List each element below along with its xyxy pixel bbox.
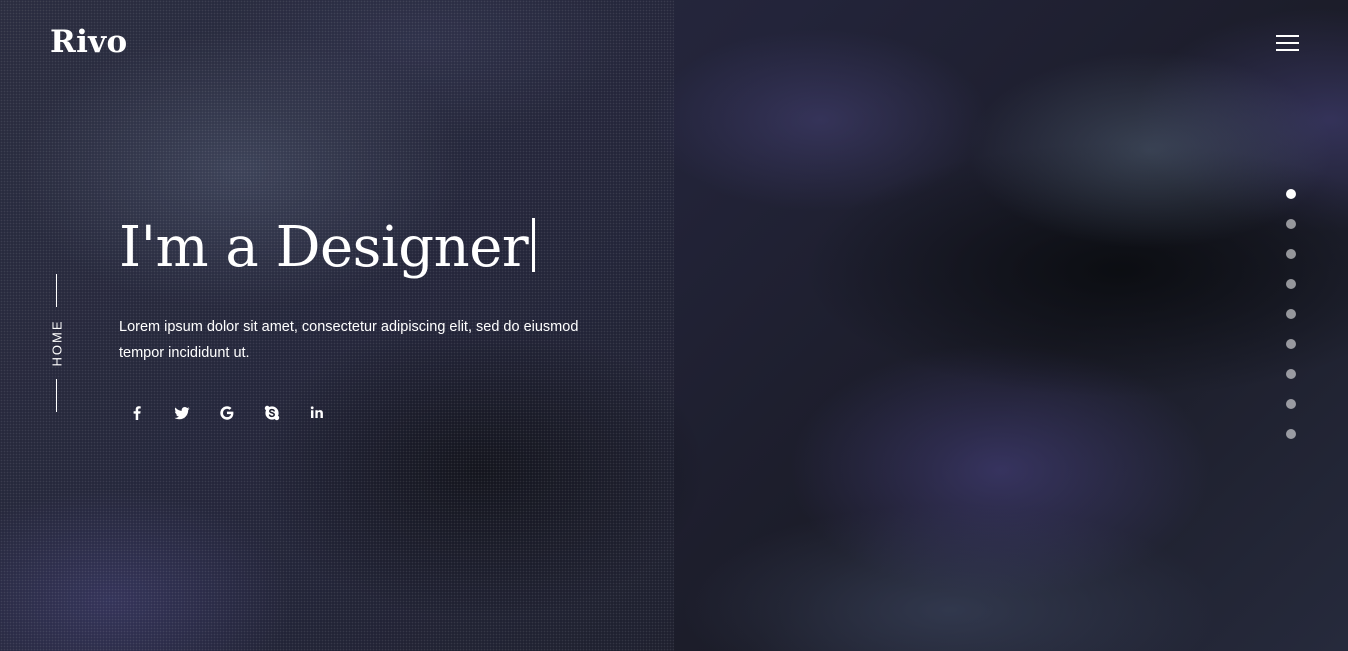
menu-bar [1276,49,1299,51]
pagination-dot[interactable] [1286,219,1296,229]
hero-headline: I'm a Designer [119,212,536,284]
section-label: HOME [49,319,65,367]
pagination-dot[interactable] [1286,429,1296,439]
typing-cursor [532,218,536,272]
skype-icon [264,405,280,421]
headline-text: I'm a Designer [119,215,529,280]
section-indicator: HOME [40,274,74,412]
hero-section: Rivo HOME I'm a Designer Lorem ipsum dol… [0,0,1348,651]
divider-line [56,274,57,307]
slide-pagination [1286,189,1298,459]
site-logo[interactable]: Rivo [50,24,127,60]
pagination-dot[interactable] [1286,249,1296,259]
menu-bar [1276,35,1299,37]
linkedin-icon [310,406,323,418]
pagination-dot[interactable] [1286,189,1296,199]
social-links [126,402,351,424]
divider-line [56,379,57,412]
pagination-dot[interactable] [1286,339,1296,349]
google-icon [220,406,234,420]
facebook-link[interactable] [126,402,148,424]
twitter-link[interactable] [171,402,193,424]
menu-bar [1276,42,1299,44]
pagination-dot[interactable] [1286,279,1296,289]
skype-link[interactable] [261,402,283,424]
google-link[interactable] [216,402,238,424]
twitter-icon [174,407,190,420]
hamburger-menu-icon[interactable] [1276,33,1300,53]
pagination-dot[interactable] [1286,369,1296,379]
facebook-icon [133,406,141,420]
hero-description: Lorem ipsum dolor sit amet, consectetur … [119,319,579,361]
pagination-dot[interactable] [1286,309,1296,319]
linkedin-link[interactable] [306,402,328,424]
pagination-dot[interactable] [1286,399,1296,409]
